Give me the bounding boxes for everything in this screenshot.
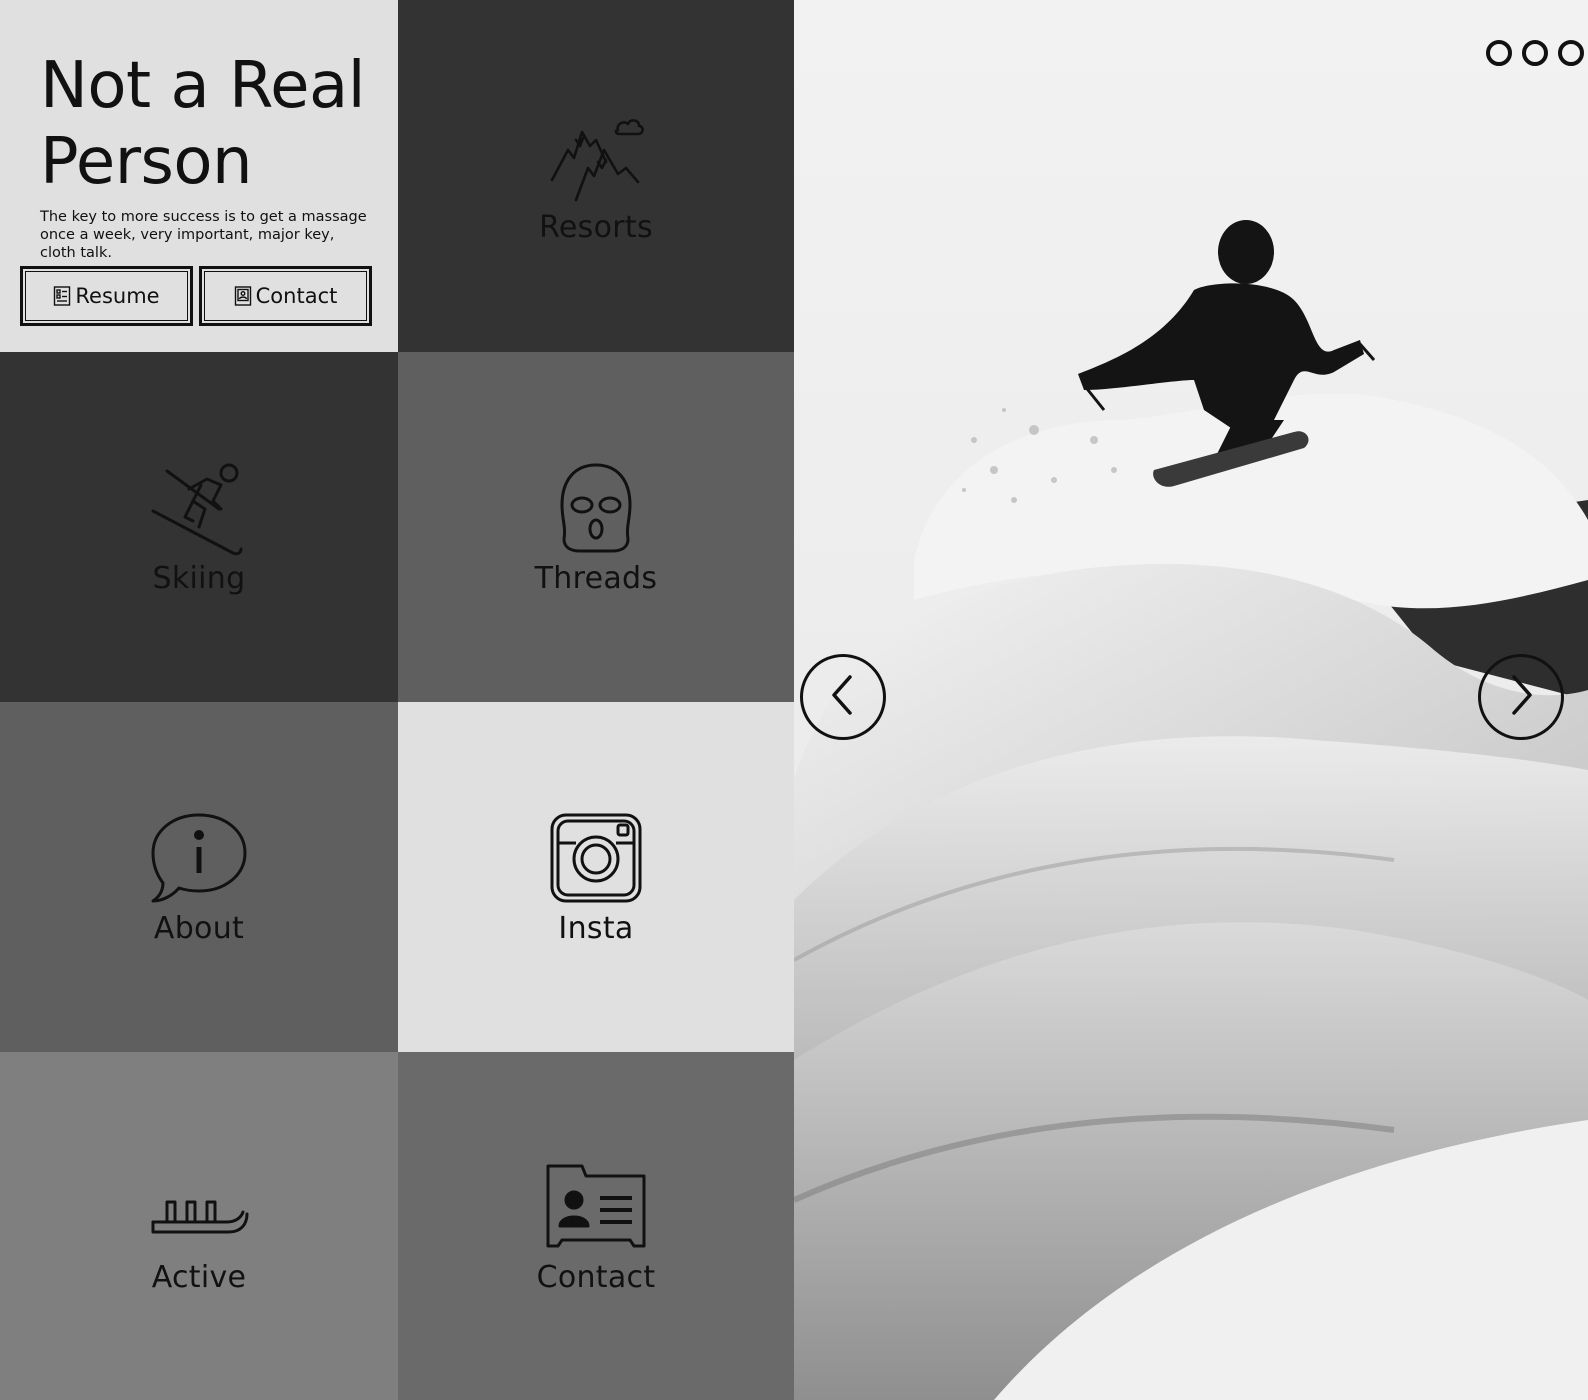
contact-button[interactable]: Contact: [197, 264, 374, 328]
resume-button-label: Resume: [75, 284, 160, 308]
tile-insta[interactable]: Insta: [398, 702, 794, 1052]
portfolio-page: Not a Real Person The key to more succes…: [0, 0, 1588, 1400]
slide-dot[interactable]: [1558, 40, 1584, 66]
tile-grid: Not a Real Person The key to more succes…: [0, 0, 794, 1400]
chevron-right-icon: [1506, 673, 1536, 721]
slide-dot[interactable]: [1486, 40, 1512, 66]
tile-label-about: About: [153, 910, 245, 946]
intro-card: Not a Real Person The key to more succes…: [0, 0, 398, 352]
sled-icon: [149, 1160, 249, 1255]
ski-mask-icon: [546, 461, 646, 556]
site-title: Not a Real Person: [40, 49, 366, 199]
slide-dot[interactable]: [1522, 40, 1548, 66]
carousel-slide-image: [794, 0, 1588, 1400]
tile-contact[interactable]: Contact: [398, 1052, 794, 1400]
carousel-prev-button[interactable]: [800, 654, 886, 740]
tile-label-resorts: Resorts: [539, 209, 653, 245]
tile-active[interactable]: Active: [0, 1052, 398, 1400]
slide-indicators: [1486, 40, 1584, 66]
tile-about[interactable]: About: [0, 702, 398, 1052]
resume-button[interactable]: Resume: [18, 264, 195, 328]
resume-icon: [53, 286, 71, 306]
carousel-next-button[interactable]: [1478, 654, 1564, 740]
tagline: The key to more success is to get a mass…: [40, 209, 367, 261]
tile-label-active: Active: [151, 1259, 247, 1295]
tile-label-insta: Insta: [558, 910, 634, 946]
tile-label-threads: Threads: [534, 560, 658, 596]
chevron-left-icon: [828, 673, 858, 721]
intro-buttons: Resume Contact: [18, 264, 374, 328]
contact-card-icon: [234, 286, 252, 306]
mountains-icon: [546, 110, 646, 205]
tile-threads[interactable]: Threads: [398, 352, 794, 702]
tile-resorts[interactable]: Resorts: [398, 0, 794, 352]
camera-icon: [546, 811, 646, 906]
info-bubble-icon: [149, 811, 249, 906]
image-carousel: [794, 0, 1588, 1400]
tile-skiing[interactable]: Skiing: [0, 352, 398, 702]
tile-label-skiing: Skiing: [152, 560, 246, 596]
skier-icon: [149, 461, 249, 556]
contact-button-label: Contact: [255, 284, 338, 308]
contact-card-icon: [546, 1160, 646, 1255]
tile-label-contact: Contact: [536, 1259, 656, 1295]
